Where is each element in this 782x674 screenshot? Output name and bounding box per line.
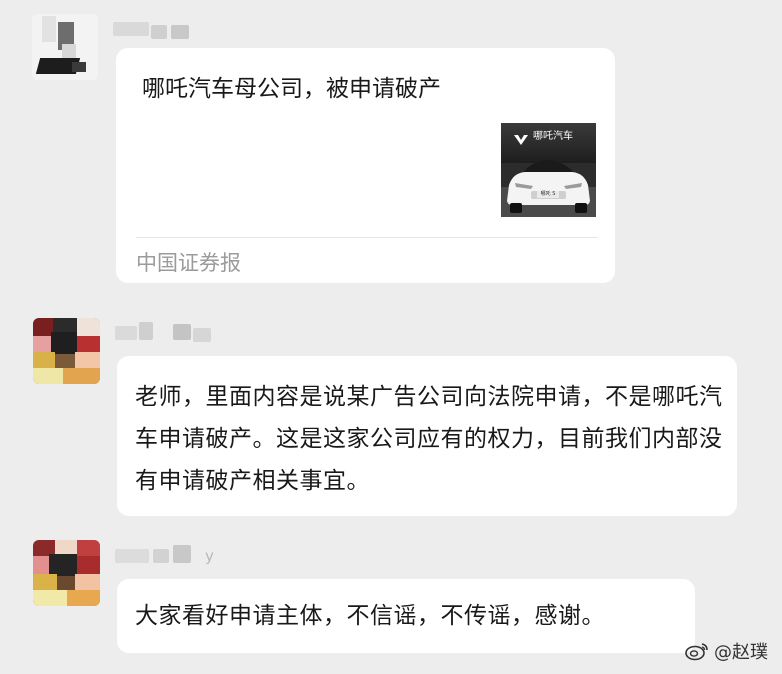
link-card-divider bbox=[136, 237, 598, 238]
thumbnail-plate: 哪吒 S bbox=[537, 191, 559, 198]
brand-logo-icon bbox=[513, 131, 529, 145]
link-card[interactable]: 哪吒汽车母公司，被申请破产 哪吒汽车 哪吒 S 中国证券报 bbox=[116, 48, 615, 283]
message-bubble-3[interactable]: 大家看好申请主体，不信谣，不传谣，感谢。 bbox=[117, 579, 695, 653]
weibo-icon bbox=[684, 641, 710, 661]
message-text-2: 老师，里面内容是说某广告公司向法院申请，不是哪吒汽车申请破产。这是这家公司应有的… bbox=[135, 384, 723, 494]
avatar-sender-1[interactable] bbox=[32, 14, 98, 80]
sender-name-3: y bbox=[115, 545, 225, 569]
car-image bbox=[501, 145, 596, 217]
watermark-text: @赵璞 bbox=[714, 642, 768, 663]
sender-name-3-suffix: y bbox=[205, 547, 214, 565]
message-text-3: 大家看好申请主体，不信谣，不传谣，感谢。 bbox=[135, 603, 605, 629]
avatar-sender-2[interactable] bbox=[33, 318, 100, 384]
avatar-sender-3[interactable] bbox=[33, 540, 100, 606]
link-card-title: 哪吒汽车母公司，被申请破产 bbox=[142, 76, 441, 102]
link-card-source: 中国证券报 bbox=[136, 251, 241, 275]
thumbnail-brand-text: 哪吒汽车 bbox=[533, 131, 573, 142]
watermark: @赵璞 bbox=[684, 638, 768, 664]
sender-name-2 bbox=[115, 322, 225, 344]
message-bubble-2[interactable]: 老师，里面内容是说某广告公司向法院申请，不是哪吒汽车申请破产。这是这家公司应有的… bbox=[117, 356, 737, 516]
link-card-thumbnail: 哪吒汽车 哪吒 S bbox=[501, 123, 596, 217]
